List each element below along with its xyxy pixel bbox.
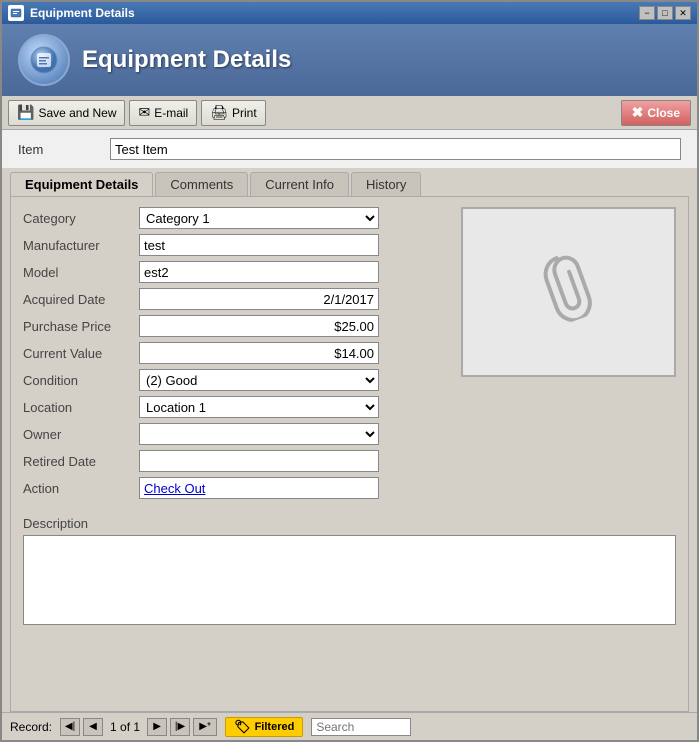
manufacturer-row: Manufacturer	[23, 234, 445, 256]
header-band: Equipment Details	[2, 24, 697, 96]
window-controls: − □ ✕	[639, 6, 691, 20]
item-row: Item	[2, 130, 697, 168]
save-new-button[interactable]: 💾 Save and New	[8, 100, 125, 126]
description-textarea[interactable]	[23, 535, 676, 625]
manufacturer-label: Manufacturer	[23, 238, 133, 253]
tab-strip: Equipment Details Comments Current Info …	[10, 172, 689, 196]
restore-button[interactable]: □	[657, 6, 673, 20]
image-placeholder	[461, 207, 676, 377]
email-icon: ✉	[138, 104, 150, 121]
nav-new-button[interactable]: ▶*	[193, 718, 217, 736]
description-label: Description	[23, 516, 676, 531]
form-section: Category Category 1 Manufacturer Model	[23, 207, 676, 504]
print-button[interactable]: 🖨 Print	[201, 100, 265, 126]
action-field: Check Out	[139, 477, 379, 499]
manufacturer-input[interactable]	[139, 234, 379, 256]
window-title: Equipment Details	[30, 6, 639, 20]
close-icon: ✖	[632, 104, 644, 121]
condition-row: Condition (2) Good	[23, 369, 445, 391]
tabs-container: Equipment Details Comments Current Info …	[2, 168, 697, 712]
tab-comments[interactable]: Comments	[155, 172, 248, 196]
location-row: Location Location 1	[23, 396, 445, 418]
nav-first-button[interactable]: ◀|	[60, 718, 80, 736]
header-icon	[18, 34, 70, 86]
acquired-date-label: Acquired Date	[23, 292, 133, 307]
checkout-link[interactable]: Check Out	[144, 481, 205, 496]
save-new-label: Save and New	[38, 106, 116, 120]
status-bar: Record: ◀| ◀ 1 of 1 ▶ |▶ ▶* 🏷 Filtered	[2, 712, 697, 740]
save-icon: 💾	[17, 104, 34, 121]
owner-row: Owner	[23, 423, 445, 445]
filter-badge: 🏷 Filtered	[225, 717, 303, 737]
model-input[interactable]	[139, 261, 379, 283]
header-title: Equipment Details	[82, 46, 291, 74]
tab-history[interactable]: History	[351, 172, 421, 196]
retired-date-label: Retired Date	[23, 454, 133, 469]
record-info: 1 of 1	[110, 720, 140, 734]
purchase-price-label: Purchase Price	[23, 319, 133, 334]
retired-date-row: Retired Date	[23, 450, 445, 472]
model-label: Model	[23, 265, 133, 280]
window-icon	[8, 5, 24, 21]
main-window: Equipment Details − □ ✕	[0, 0, 699, 742]
owner-select[interactable]	[139, 423, 379, 445]
acquired-date-input[interactable]	[139, 288, 379, 310]
retired-date-input[interactable]	[139, 450, 379, 472]
current-value-row: Current Value	[23, 342, 445, 364]
record-label: Record:	[10, 720, 52, 734]
item-input[interactable]	[110, 138, 681, 160]
tab-content: Category Category 1 Manufacturer Model	[10, 196, 689, 712]
action-label: Action	[23, 481, 133, 496]
location-select[interactable]: Location 1	[139, 396, 379, 418]
item-label: Item	[18, 142, 98, 157]
filter-label: Filtered	[255, 721, 295, 733]
search-input[interactable]	[311, 718, 411, 736]
description-section: Description	[23, 516, 676, 628]
location-label: Location	[23, 400, 133, 415]
model-row: Model	[23, 261, 445, 283]
paperclip-icon	[531, 245, 606, 339]
current-value-input[interactable]	[139, 342, 379, 364]
close-label: Close	[647, 106, 680, 120]
condition-select[interactable]: (2) Good	[139, 369, 379, 391]
email-button[interactable]: ✉ E-mail	[129, 100, 197, 126]
print-label: Print	[232, 106, 257, 120]
print-icon: 🖨	[210, 104, 228, 121]
purchase-price-row: Purchase Price	[23, 315, 445, 337]
category-select[interactable]: Category 1	[139, 207, 379, 229]
category-label: Category	[23, 211, 133, 226]
condition-label: Condition	[23, 373, 133, 388]
current-value-label: Current Value	[23, 346, 133, 361]
nav-next-button[interactable]: ▶	[147, 718, 167, 736]
category-row: Category Category 1	[23, 207, 445, 229]
minimize-button[interactable]: −	[639, 6, 655, 20]
record-nav: ◀| ◀ 1 of 1 ▶ |▶ ▶*	[60, 718, 217, 736]
email-label: E-mail	[154, 106, 188, 120]
close-button[interactable]: ✖ Close	[621, 100, 691, 126]
purchase-price-input[interactable]	[139, 315, 379, 337]
window-close-button[interactable]: ✕	[675, 6, 691, 20]
nav-prev-button[interactable]: ◀	[83, 718, 103, 736]
toolbar: 💾 Save and New ✉ E-mail 🖨 Print ✖ Close	[2, 96, 697, 130]
owner-label: Owner	[23, 427, 133, 442]
action-row: Action Check Out	[23, 477, 445, 499]
nav-last-button[interactable]: |▶	[170, 718, 190, 736]
tab-current-info[interactable]: Current Info	[250, 172, 349, 196]
title-bar: Equipment Details − □ ✕	[2, 2, 697, 24]
acquired-date-row: Acquired Date	[23, 288, 445, 310]
tab-equipment-details[interactable]: Equipment Details	[10, 172, 153, 196]
form-fields: Category Category 1 Manufacturer Model	[23, 207, 445, 504]
